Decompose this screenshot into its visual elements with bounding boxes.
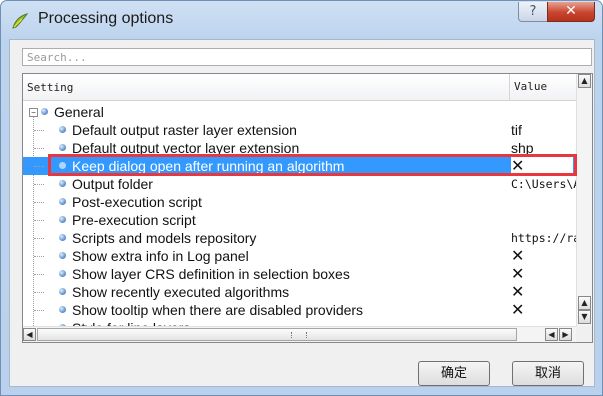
close-button[interactable]: ✕: [547, 2, 595, 22]
table-row[interactable]: Show extra info in Log panel ✕: [23, 247, 576, 265]
search-input[interactable]: Search...: [22, 48, 592, 66]
tree-branch: [34, 310, 44, 311]
table-row[interactable]: Pre-execution script: [23, 211, 576, 229]
tree-branch: [34, 202, 44, 203]
table-row[interactable]: Default output raster layer extension ti…: [23, 121, 576, 139]
table-row[interactable]: Show tooltip when there are disabled pro…: [23, 301, 576, 319]
setting-icon: [59, 198, 66, 205]
setting-label: Show extra info in Log panel: [72, 248, 249, 264]
setting-label: Scripts and models repository: [72, 230, 257, 246]
vertical-scrollbar[interactable]: ▲ ▲ ▼: [576, 74, 592, 326]
table-row[interactable]: Scripts and models repository https://ra…: [23, 229, 587, 247]
scroll-right-arrow-icon[interactable]: ▶: [559, 328, 572, 341]
ok-button[interactable]: 确定: [418, 361, 490, 386]
setting-icon: [59, 288, 66, 295]
tree-branch: [34, 238, 44, 239]
setting-icon: [59, 252, 66, 259]
setting-value[interactable]: tif: [511, 121, 522, 139]
setting-icon: [59, 270, 66, 277]
title-bar[interactable]: Processing options ? ✕: [1, 1, 602, 38]
highlight-annotation-box: [48, 154, 577, 176]
dialog-window: Processing options ? ✕ Search... Setting…: [0, 0, 603, 396]
setting-icon: [59, 180, 66, 187]
dialog-body: Search... Setting Value − General Defaul…: [9, 39, 595, 387]
setting-label: Show recently executed algorithms: [72, 284, 290, 300]
setting-icon: [59, 216, 66, 223]
tree-branch: [34, 220, 44, 221]
table-row[interactable]: Post-execution script: [23, 193, 576, 211]
tree-branch: [34, 256, 44, 257]
horizontal-scrollbar[interactable]: ◀ ◀ ▶: [23, 326, 576, 342]
tree-group-general[interactable]: − General: [23, 103, 576, 121]
checkbox-checked[interactable]: ✕: [511, 265, 524, 283]
help-button[interactable]: ?: [518, 2, 548, 22]
checkbox-checked[interactable]: ✕: [511, 301, 524, 319]
table-row[interactable]: Show layer CRS definition in selection b…: [23, 265, 576, 283]
checkbox-checked[interactable]: ✕: [511, 283, 524, 301]
scroll-left-arrow-icon[interactable]: ◀: [545, 328, 558, 341]
horizontal-scroll-thumb[interactable]: [37, 328, 517, 341]
table-row[interactable]: Show recently executed algorithms ✕: [23, 283, 576, 301]
setting-label: Pre-execution script: [72, 212, 196, 228]
tree-branch: [34, 148, 44, 149]
qgis-logo-icon: [12, 13, 29, 29]
setting-label: Show layer CRS definition in selection b…: [72, 266, 350, 282]
tree-branch: [34, 184, 44, 185]
collapse-icon[interactable]: −: [29, 108, 38, 117]
scroll-left-arrow-icon[interactable]: ◀: [23, 328, 36, 341]
cancel-button[interactable]: 取消: [512, 361, 584, 386]
setting-label: Output folder: [72, 176, 153, 192]
tree-branch: [34, 274, 44, 275]
setting-icon: [59, 126, 66, 133]
table-row[interactable]: Output folder C:\Users\Ad: [23, 175, 587, 193]
header-setting[interactable]: Setting: [27, 81, 73, 94]
group-label: General: [54, 104, 104, 120]
tree-branch: [34, 292, 44, 293]
setting-icon: [59, 144, 66, 151]
setting-label: Post-execution script: [72, 194, 202, 210]
group-icon: [41, 108, 48, 115]
checkbox-checked[interactable]: ✕: [511, 247, 524, 265]
tree-branch: [34, 166, 44, 167]
setting-label: Show tooltip when there are disabled pro…: [72, 302, 364, 318]
setting-label: Default output raster layer extension: [72, 122, 297, 138]
window-title: Processing options: [38, 10, 174, 27]
setting-icon: [59, 234, 66, 241]
header-value[interactable]: Value: [509, 74, 574, 100]
grip-icon: [291, 332, 307, 338]
scroll-up-arrow-icon[interactable]: ▲: [578, 74, 591, 88]
scroll-down-arrow-icon[interactable]: ▼: [578, 310, 591, 324]
setting-icon: [59, 306, 66, 313]
tree-branch: [34, 130, 44, 131]
settings-tree: Setting Value − General Default output r…: [22, 73, 593, 343]
table-header: Setting Value: [23, 74, 576, 101]
scrollbar-corner: [576, 326, 592, 342]
scroll-up-arrow-icon[interactable]: ▲: [578, 296, 591, 310]
